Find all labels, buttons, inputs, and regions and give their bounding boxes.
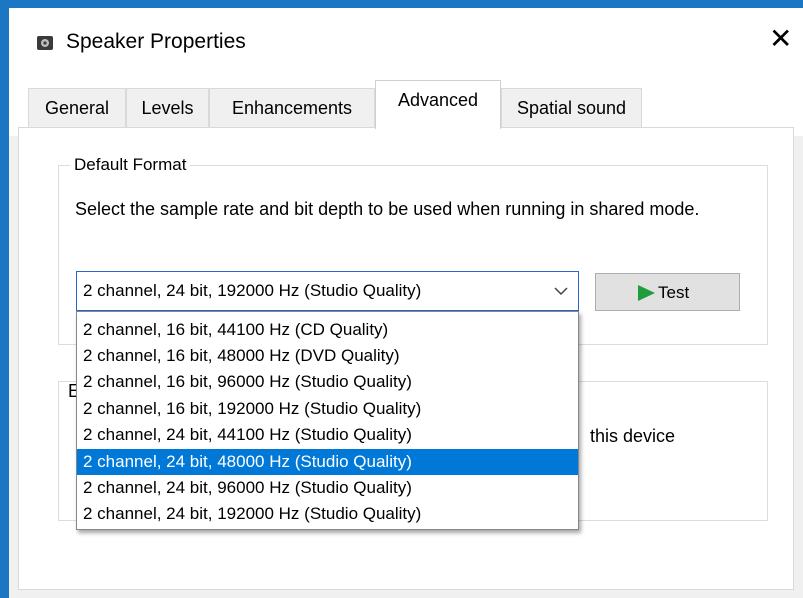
tab-advanced[interactable]: Advanced (375, 80, 501, 129)
default-format-description: Select the sample rate and bit depth to … (75, 199, 700, 219)
close-icon[interactable]: ✕ (769, 24, 792, 54)
sample-rate-selected-value: 2 channel, 24 bit, 192000 Hz (Studio Qua… (83, 281, 422, 300)
option-24bit-192000[interactable]: 2 channel, 24 bit, 192000 Hz (Studio Qua… (77, 501, 578, 527)
sample-rate-options-list[interactable]: 2 channel, 16 bit, 44100 Hz (CD Quality)… (76, 311, 579, 530)
tab-spatial-sound[interactable]: Spatial sound (501, 88, 642, 127)
play-icon (638, 285, 655, 301)
option-16bit-192000[interactable]: 2 channel, 16 bit, 192000 Hz (Studio Qua… (77, 396, 578, 422)
test-button-label: Test (658, 283, 690, 302)
tab-enhancements[interactable]: Enhancements (209, 88, 375, 127)
option-24bit-44100[interactable]: 2 channel, 24 bit, 44100 Hz (Studio Qual… (77, 422, 578, 448)
option-24bit-48000-highlighted[interactable]: 2 channel, 24 bit, 48000 Hz (Studio Qual… (77, 449, 578, 475)
tab-general[interactable]: General (28, 88, 126, 127)
option-16bit-48000[interactable]: 2 channel, 16 bit, 48000 Hz (DVD Quality… (77, 343, 578, 369)
chevron-down-icon (554, 287, 568, 296)
exclusive-mode-text-partial: this device (590, 426, 676, 446)
window-title: Speaker Properties (66, 30, 246, 53)
test-button[interactable]: Test (595, 273, 740, 311)
option-16bit-44100[interactable]: 2 channel, 16 bit, 44100 Hz (CD Quality) (77, 317, 578, 343)
title-bar[interactable]: Speaker Properties ✕ (9, 8, 803, 74)
tab-levels[interactable]: Levels (126, 88, 209, 127)
speaker-icon (37, 36, 53, 50)
option-24bit-96000[interactable]: 2 channel, 24 bit, 96000 Hz (Studio Qual… (77, 475, 578, 501)
default-format-label: Default Format (70, 155, 191, 175)
option-16bit-96000[interactable]: 2 channel, 16 bit, 96000 Hz (Studio Qual… (77, 369, 578, 395)
sample-rate-dropdown[interactable]: 2 channel, 24 bit, 192000 Hz (Studio Qua… (76, 271, 579, 311)
